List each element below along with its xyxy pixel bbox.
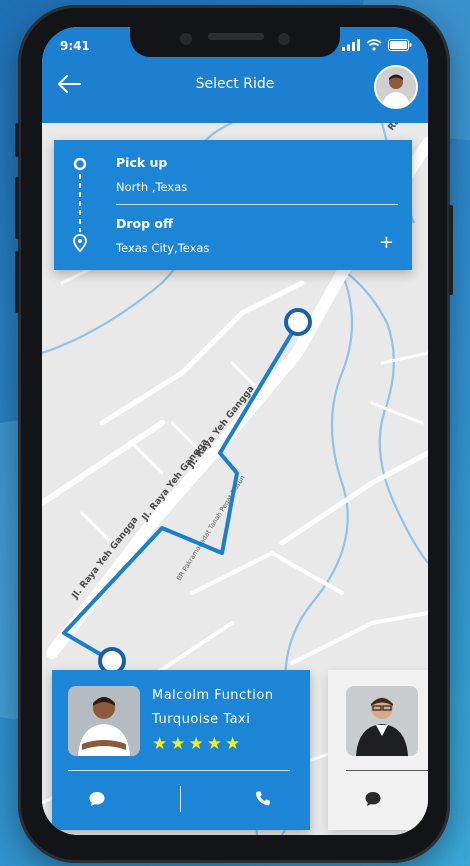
phone-side-button <box>15 251 19 313</box>
pickup-marker[interactable] <box>284 308 312 336</box>
battery-icon <box>388 39 412 51</box>
star-icon: ★ <box>152 734 168 754</box>
status-time: 9:41 <box>60 39 90 53</box>
page-title: Select Ride <box>195 76 275 92</box>
app-screen: 9:41 Select Ride Jl. Raya Yeh Gangga Jl.… <box>42 27 428 835</box>
dropoff-label: Drop off <box>116 216 174 231</box>
plus-icon[interactable]: + <box>379 234 394 252</box>
rating-stars: ★ ★ ★ ★ ★ <box>152 736 240 753</box>
chat-bubble-icon <box>89 792 105 806</box>
front-sensor <box>278 33 290 45</box>
phone-side-button <box>449 205 453 295</box>
driver-card-2[interactable] <box>328 670 428 830</box>
driver-card-divider <box>346 770 428 771</box>
route-card: Pick up North ,Texas Drop off Texas City… <box>54 140 412 270</box>
star-icon: ★ <box>225 734 241 754</box>
user-avatar[interactable] <box>374 65 418 109</box>
phone-icon <box>255 791 270 806</box>
chat-bubble-icon <box>365 792 381 806</box>
driver-photo <box>346 686 418 756</box>
front-camera <box>180 33 192 45</box>
star-icon: ★ <box>206 734 222 754</box>
driver-photo-image <box>68 686 140 756</box>
star-icon: ★ <box>170 734 186 754</box>
chat-button[interactable] <box>82 784 112 814</box>
driver-card[interactable]: Malcolm Function Turquoise Taxi ★ ★ ★ ★ … <box>52 670 310 830</box>
phone-side-button <box>15 177 19 239</box>
pickup-label: Pick up <box>116 155 168 170</box>
button-separator <box>180 786 181 812</box>
driver-photo <box>68 686 140 756</box>
dropoff-input[interactable]: Texas City,Texas <box>116 241 209 255</box>
phone-side-button <box>15 123 19 157</box>
location-pin-icon <box>73 234 87 252</box>
route-divider <box>116 204 398 205</box>
earpiece-speaker <box>208 33 264 40</box>
driver-company: Turquoise Taxi <box>152 712 251 727</box>
pickup-input[interactable]: North ,Texas <box>116 180 187 194</box>
app-header: 9:41 Select Ride <box>42 27 428 123</box>
driver-name: Malcolm Function <box>152 688 274 703</box>
call-button[interactable] <box>248 784 278 814</box>
signal-icon <box>342 39 360 51</box>
driver-photo-image <box>346 686 418 756</box>
status-icons <box>342 39 412 51</box>
phone-notch <box>130 27 340 57</box>
wifi-icon <box>366 39 382 51</box>
star-icon: ★ <box>188 734 204 754</box>
driver-card-divider <box>68 770 290 771</box>
chat-button[interactable] <box>358 784 388 814</box>
user-avatar-image <box>376 67 416 107</box>
